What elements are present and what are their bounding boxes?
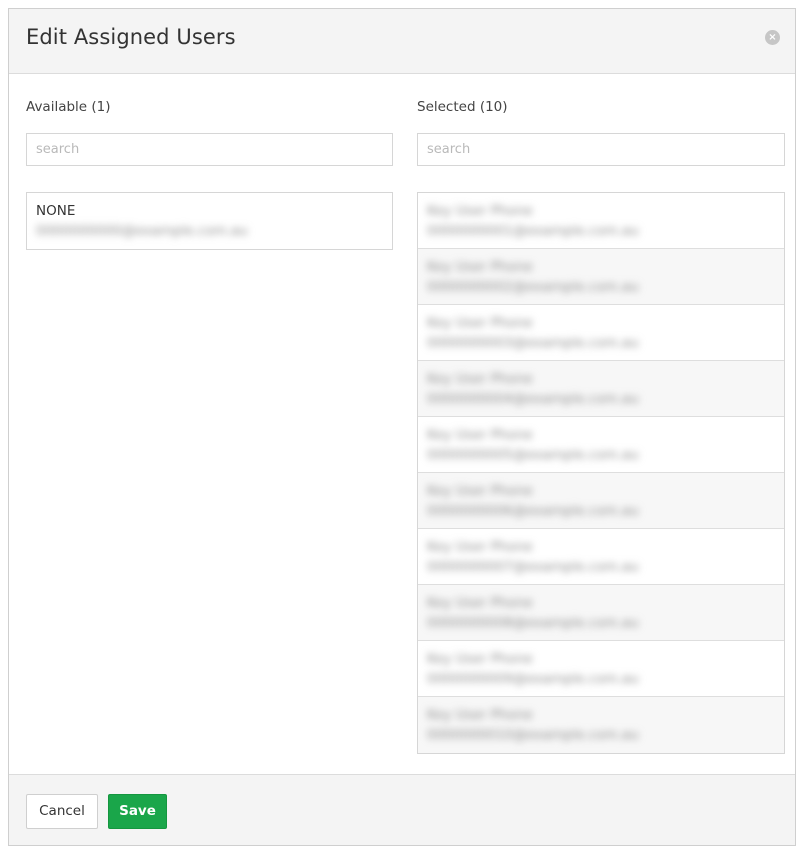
user-name: Key User Phone bbox=[427, 427, 533, 443]
user-email: 0000000001@example.com.au bbox=[427, 223, 639, 239]
user-name: Key User Phone bbox=[427, 651, 533, 667]
selected-label: Selected (10) bbox=[417, 99, 508, 115]
save-button[interactable]: Save bbox=[108, 794, 167, 829]
user-name: Key User Phone bbox=[427, 371, 533, 387]
available-list-item[interactable]: NONE 0000000000@example.com.au bbox=[27, 193, 392, 249]
user-email: 0000000009@example.com.au bbox=[427, 671, 639, 687]
selected-list-item[interactable]: Key User Phone 0000000006@example.com.au bbox=[418, 473, 784, 529]
dialog-title: Edit Assigned Users bbox=[26, 25, 236, 49]
selected-list: Key User Phone 0000000001@example.com.au… bbox=[417, 192, 785, 754]
selected-list-item[interactable]: Key User Phone 0000000004@example.com.au bbox=[418, 361, 784, 417]
user-name: Key User Phone bbox=[427, 315, 533, 331]
user-email: 0000000005@example.com.au bbox=[427, 447, 639, 463]
user-email: 0000000008@example.com.au bbox=[427, 615, 639, 631]
dialog-footer: Cancel Save bbox=[9, 774, 795, 845]
selected-list-item[interactable]: Key User Phone 0000000002@example.com.au bbox=[418, 249, 784, 305]
selected-list-item[interactable]: Key User Phone 0000000010@example.com.au bbox=[418, 697, 784, 753]
cancel-button[interactable]: Cancel bbox=[26, 794, 98, 829]
selected-list-item[interactable]: Key User Phone 0000000007@example.com.au bbox=[418, 529, 784, 585]
user-email: 0000000006@example.com.au bbox=[427, 503, 639, 519]
user-email: 0000000007@example.com.au bbox=[427, 559, 639, 575]
selected-search-input[interactable] bbox=[417, 133, 785, 166]
user-email: 0000000004@example.com.au bbox=[427, 391, 639, 407]
dialog-header: Edit Assigned Users × bbox=[9, 9, 795, 74]
close-icon[interactable]: × bbox=[765, 30, 780, 45]
user-name: Key User Phone bbox=[427, 707, 533, 723]
user-name: NONE bbox=[36, 203, 76, 219]
available-list: NONE 0000000000@example.com.au bbox=[26, 192, 393, 250]
selected-list-item[interactable]: Key User Phone 0000000009@example.com.au bbox=[418, 641, 784, 697]
user-email: 0000000003@example.com.au bbox=[427, 335, 639, 351]
available-search-input[interactable] bbox=[26, 133, 393, 166]
user-name: Key User Phone bbox=[427, 203, 533, 219]
user-email: 0000000000@example.com.au bbox=[36, 223, 248, 239]
selected-list-item[interactable]: Key User Phone 0000000005@example.com.au bbox=[418, 417, 784, 473]
available-label: Available (1) bbox=[26, 99, 111, 115]
selected-list-item[interactable]: Key User Phone 0000000003@example.com.au bbox=[418, 305, 784, 361]
user-name: Key User Phone bbox=[427, 259, 533, 275]
user-email: 0000000010@example.com.au bbox=[427, 727, 639, 743]
user-name: Key User Phone bbox=[427, 595, 533, 611]
user-name: Key User Phone bbox=[427, 483, 533, 499]
user-email: 0000000002@example.com.au bbox=[427, 279, 639, 295]
user-name: Key User Phone bbox=[427, 539, 533, 555]
edit-assigned-users-dialog: Edit Assigned Users × Available (1) NONE… bbox=[8, 8, 796, 846]
selected-list-item[interactable]: Key User Phone 0000000008@example.com.au bbox=[418, 585, 784, 641]
selected-list-item[interactable]: Key User Phone 0000000001@example.com.au bbox=[418, 193, 784, 249]
